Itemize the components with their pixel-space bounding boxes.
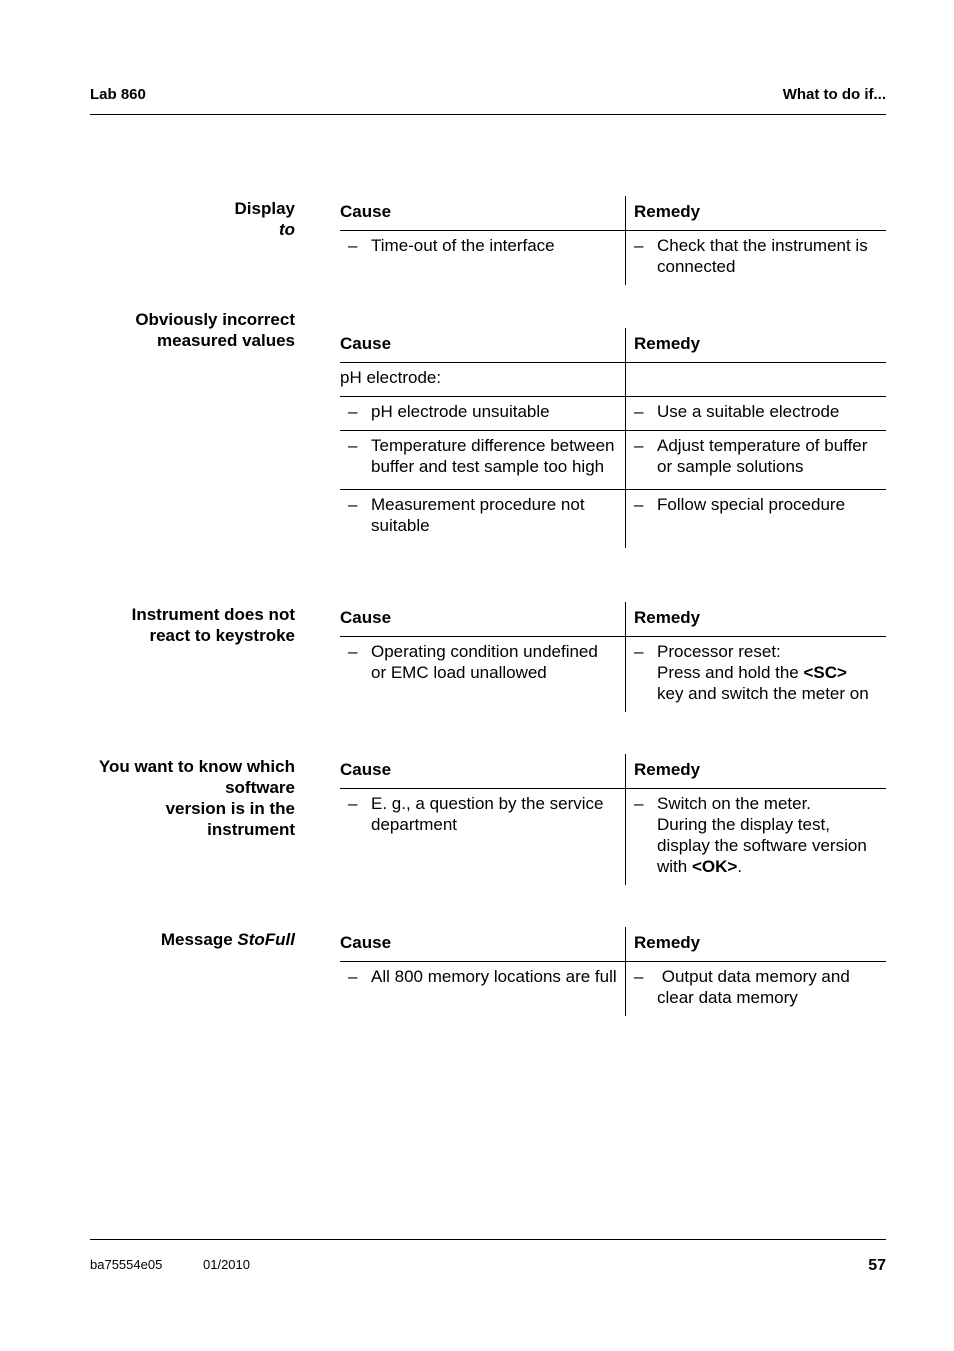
section-heading: Instrument does not react to keystroke [90, 604, 295, 646]
remedy-line: During the display test, display the sof… [657, 815, 867, 876]
dash-bullet: – [348, 967, 358, 986]
dash-bullet: – [634, 236, 644, 255]
heading-line: Display [234, 199, 295, 218]
heading-italic: StoFull [237, 930, 295, 949]
heading-text: Message [160, 930, 238, 949]
cause-column-header: Cause [340, 754, 626, 789]
group-label: pH electrode: [340, 362, 626, 397]
heading-line: react to keystroke [149, 626, 295, 645]
heading-line: Obviously incorrect [135, 310, 295, 329]
dash-bullet: – [348, 642, 358, 661]
key-name-sc: <SC> [803, 663, 847, 682]
section-heading: You want to know which software version … [90, 756, 295, 840]
cause-text: Temperature difference between buffer an… [371, 436, 615, 476]
dash-bullet: – [634, 436, 644, 455]
dash-bullet: – [634, 967, 644, 986]
cause-text: pH electrode unsuitable [371, 402, 550, 421]
remedy-text: Use a suitable electrode [657, 402, 840, 421]
remedy-column-header: Remedy [625, 196, 886, 231]
table-row: – All 800 memory locations are full – Out… [340, 961, 886, 1016]
cause-column-header: Cause [340, 927, 626, 962]
cause-text: Operating condition undefined or EMC loa… [371, 642, 598, 682]
table-row: – E. g., a question by the service depart… [340, 788, 886, 885]
section-heading: Display to [90, 198, 295, 240]
heading-line: instrument [207, 820, 295, 839]
remedy-column-header: Remedy [625, 328, 886, 363]
table-row: – Temperature difference between buffer a… [340, 430, 886, 490]
table-row: – Operating condition undefined or EMC lo… [340, 636, 886, 712]
cause-text: E. g., a question by the service departm… [371, 794, 604, 834]
section-heading: Message StoFull [90, 929, 295, 950]
heading-italic: to [278, 220, 295, 239]
cause-text: Measurement procedure not suitable [371, 495, 585, 535]
dash-bullet: – [634, 495, 644, 514]
footer-document-id: ba75554e05 [90, 1257, 163, 1272]
remedy-text: Output data memory and clear data memory [657, 967, 855, 1007]
dash-bullet: – [348, 402, 358, 421]
remedy-punct: . [737, 857, 743, 876]
dash-bullet: – [348, 436, 358, 455]
table-row: – Time-out of the interface – Check that t… [340, 230, 886, 285]
heading-line: version is in the [165, 799, 295, 818]
header-product-name: Lab 860 [90, 86, 146, 103]
page-number: 57 [868, 1257, 886, 1274]
remedy-line: Switch on the meter. [657, 794, 812, 813]
dash-bullet: – [348, 495, 358, 514]
dash-bullet: – [348, 236, 358, 255]
cause-remedy-table: Cause Remedy – Operating condition undefi… [340, 602, 886, 712]
table-row: – pH electrode unsuitable – Use a suitable… [340, 396, 886, 431]
dash-bullet: – [634, 402, 644, 421]
key-name-ok: <OK> [691, 857, 738, 876]
heading-line: software [225, 778, 295, 797]
cause-remedy-table: Cause Remedy pH electrode: – pH electrode… [340, 328, 886, 548]
cause-column-header: Cause [340, 196, 626, 231]
cause-remedy-table: Cause Remedy – All 800 memory locations a… [340, 927, 886, 1016]
cause-remedy-table: Cause Remedy – Time-out of the interface … [340, 196, 886, 285]
remedy-text: Switch on the meter. During the display t… [657, 793, 886, 877]
remedy-line: Press and hold the [657, 663, 804, 682]
page-footer: ba75554e05 01/2010 57 [90, 1239, 886, 1274]
cause-column-header: Cause [340, 602, 626, 637]
dash-bullet: – [634, 794, 644, 813]
cause-column-header: Cause [340, 328, 626, 363]
remedy-column-header: Remedy [625, 927, 886, 962]
page-header: Lab 860 What to do if... [90, 86, 886, 115]
dash-bullet: – [348, 794, 358, 813]
cause-remedy-table: Cause Remedy – E. g., a question by the s… [340, 754, 886, 885]
remedy-text: Check that the instrument is connected [657, 236, 868, 276]
cause-text: Time-out of the interface [371, 236, 555, 255]
remedy-text: Processor reset: Press and hold the <SC> k… [657, 641, 886, 704]
table-row: – Measurement procedure not suitable – Fol… [340, 489, 886, 548]
section-heading: Obviously incorrect measured values [90, 309, 295, 351]
remedy-column-header: Remedy [625, 602, 886, 637]
heading-line: Instrument does not [131, 605, 295, 624]
heading-line: measured values [157, 331, 295, 350]
footer-date: 01/2010 [203, 1257, 250, 1272]
remedy-column-header: Remedy [625, 754, 886, 789]
heading-line: You want to know which [98, 757, 295, 776]
remedy-text: Adjust temperature of buffer or sample s… [657, 436, 868, 476]
remedy-line: Processor reset: [657, 642, 781, 661]
dash-bullet: – [634, 642, 644, 661]
remedy-line: key and switch the meter on [657, 684, 869, 703]
remedy-text: Follow special procedure [657, 495, 846, 514]
header-chapter-title: What to do if... [782, 86, 886, 103]
table-row: pH electrode: [340, 362, 886, 397]
cause-text: All 800 memory locations are full [371, 967, 617, 986]
